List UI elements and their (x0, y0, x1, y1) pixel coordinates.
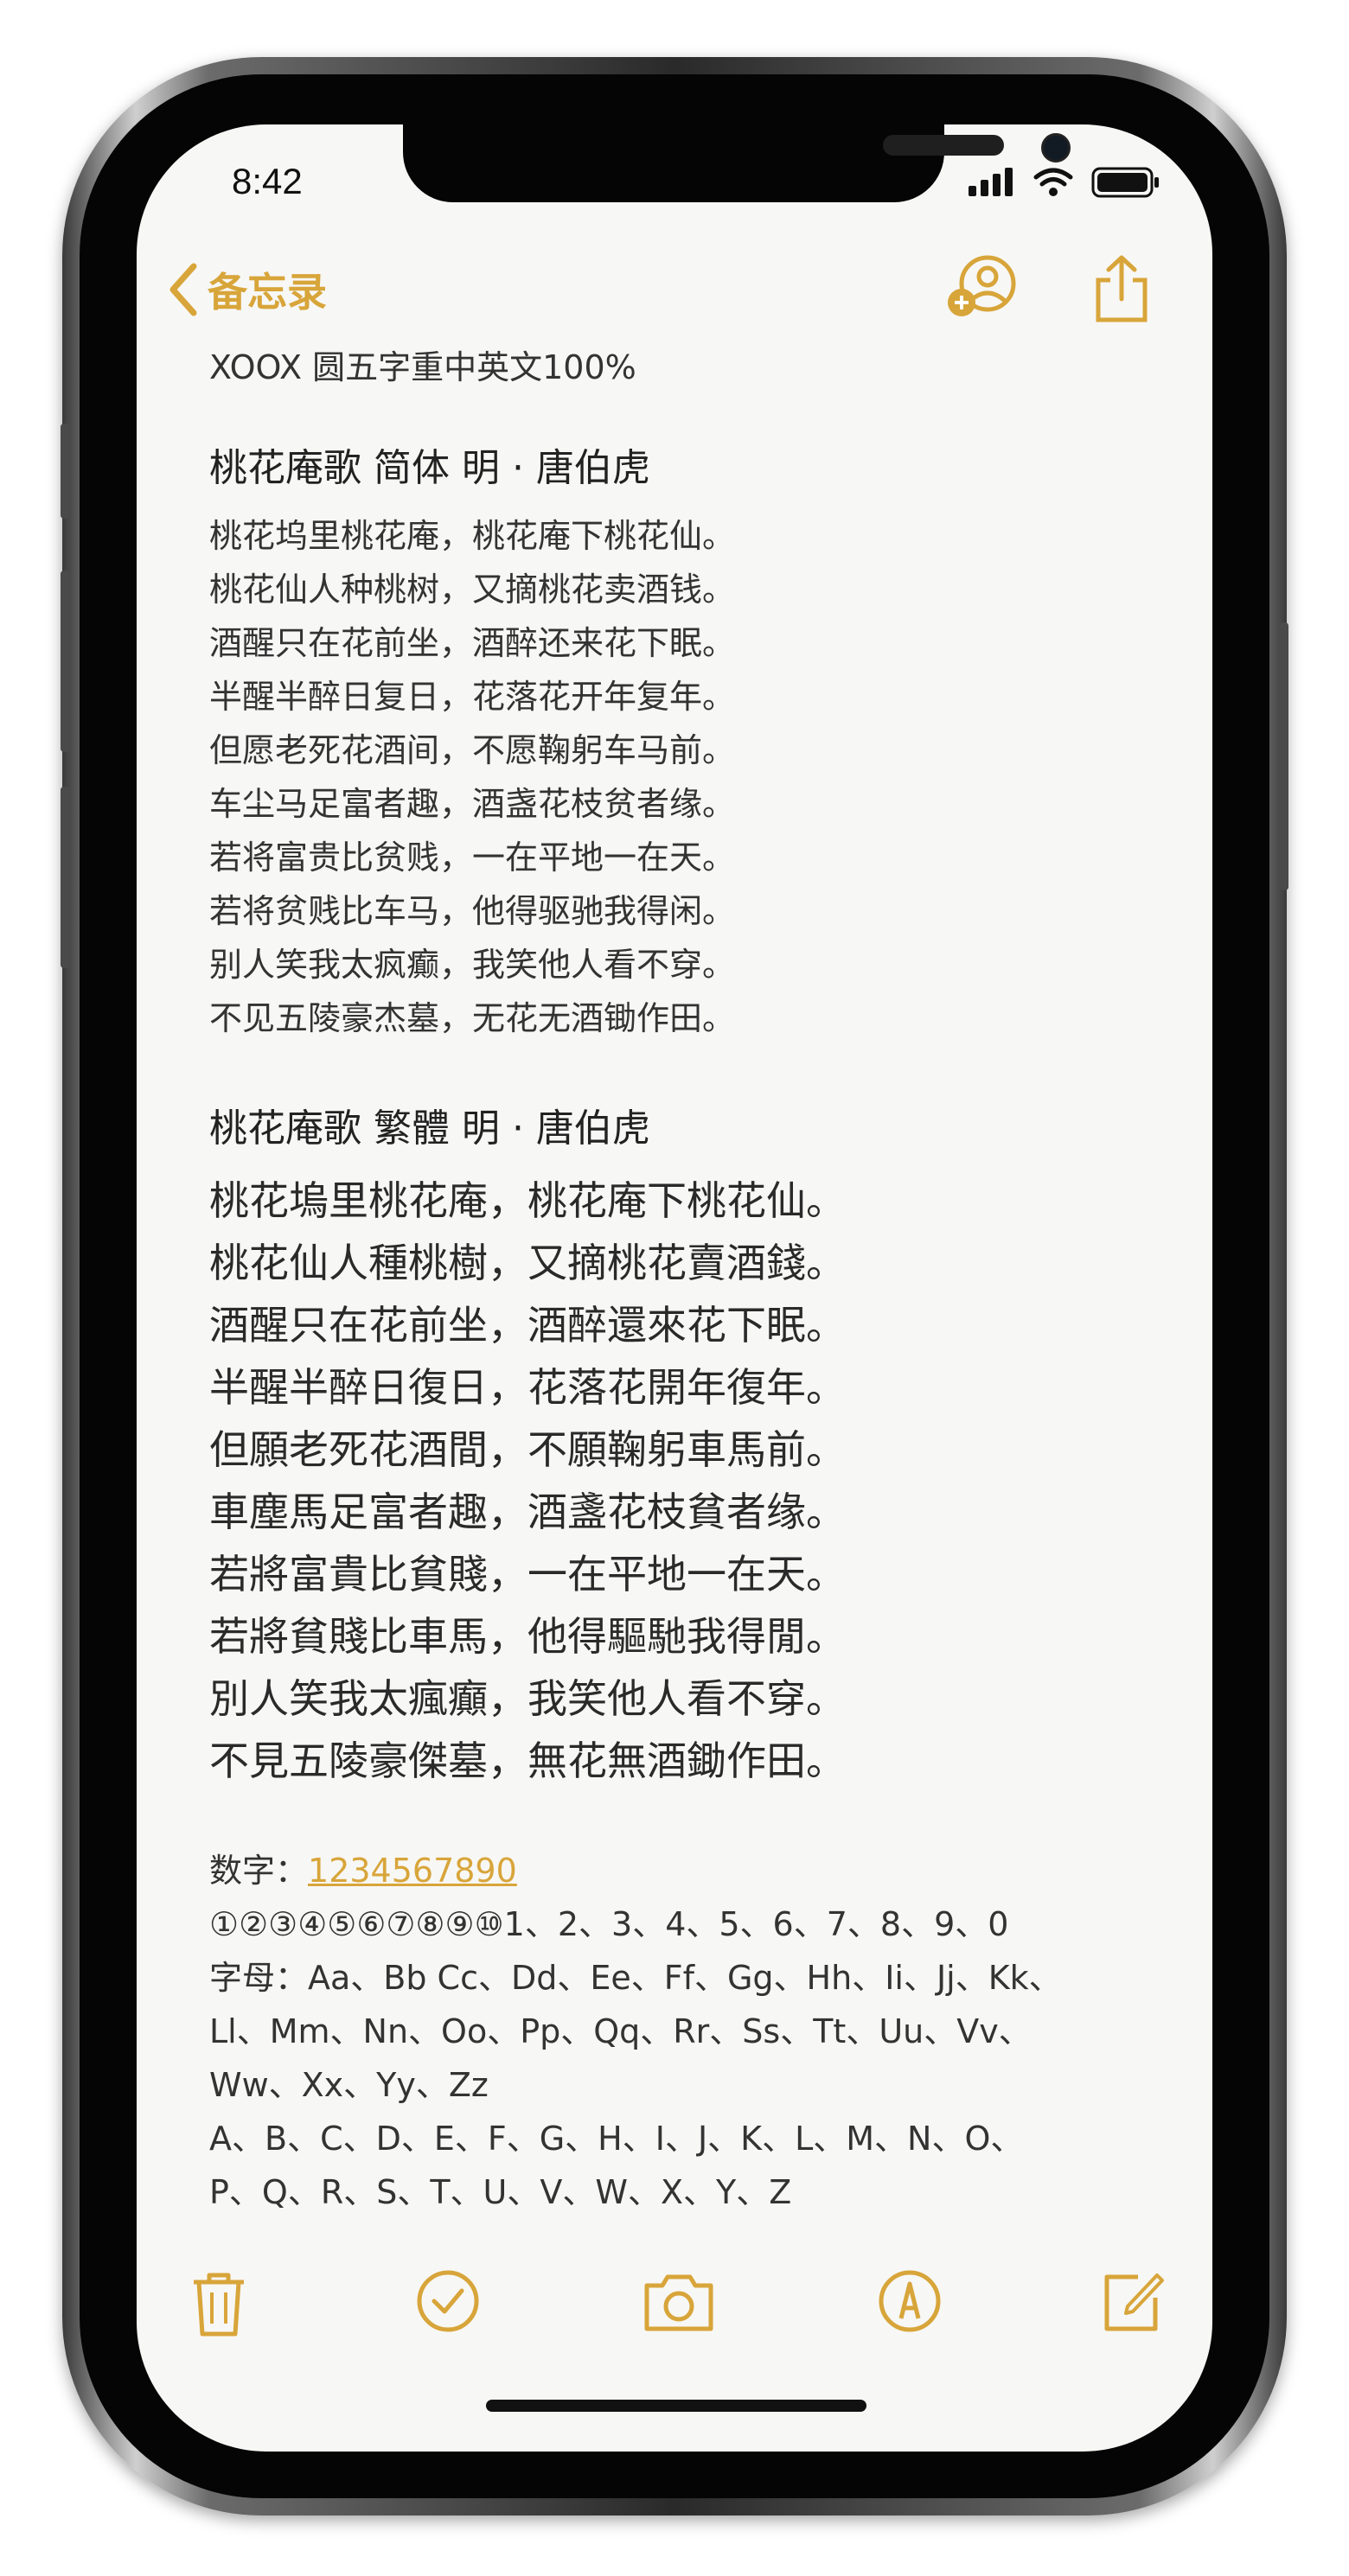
poem-line: 但愿老死花酒间，不愿鞠躬车马前。 (209, 731, 736, 769)
letters-line: A、B、C、D、E、F、G、H、I、J、K、L、M、N、O、 (209, 2120, 1024, 2158)
digits-label: 数字： (209, 1852, 309, 1890)
status-icons (967, 166, 1160, 199)
letters-line: 字母：Aa、Bb Cc、Dd、Ee、Ff、Gg、Hh、Ii、Jj、Kk、 (209, 1959, 1062, 1997)
notch (403, 124, 1071, 202)
pen-tip-circle-icon (879, 2270, 941, 2332)
screen: 8:42 备忘录 XOOX 圆五字重中英文100% 桃花庵歌 简体 明 · 唐伯… (137, 124, 1212, 2452)
cellular-signal-icon (969, 168, 1013, 196)
poem-line: 若將富貴比貧賤，一在平地一在天。 (209, 1551, 846, 1597)
character-samples: 数字：1234567890 ①②③④⑤⑥⑦⑧⑨⑩1、2、3、4、5、6、7、8、… (209, 1844, 1143, 2219)
poem-line: 酒醒只在花前坐，酒醉還來花下眠。 (209, 1302, 846, 1349)
letters-line: Ww、Xx、Yy、Zz (209, 2066, 489, 2104)
volume-up-button (61, 571, 69, 752)
checklist-button[interactable] (415, 2268, 481, 2337)
poem-traditional: 桃花塢里桃花庵，桃花庵下桃花仙。 桃花仙人種桃樹，又摘桃花賣酒錢。 酒醒只在花前… (209, 1170, 1143, 1792)
poem-line: 半醒半醉日复日，花落花开年复年。 (209, 678, 736, 716)
silent-switch (61, 424, 69, 519)
poem-line: 半醒半醉日復日，花落花開年復年。 (209, 1364, 846, 1411)
trash-icon (194, 2273, 244, 2337)
poem-simplified: 桃花坞里桃花庵，桃花庵下桃花仙。 桃花仙人种桃树，又摘桃花卖酒钱。 酒醒只在花前… (209, 509, 1143, 1045)
compose-icon (1104, 2273, 1164, 2331)
poem-title-simplified: 桃花庵歌 简体 明 · 唐伯虎 (209, 446, 650, 490)
poem-line: 若将富贵比贫贱，一在平地一在天。 (209, 838, 736, 877)
poem-line: 若将贫贱比车马，他得驱驰我得闲。 (209, 892, 736, 930)
digits-phone-link[interactable]: 1234567890 (308, 1852, 517, 1890)
poem-line: 若將貧賤比車馬，他得驅馳我得閒。 (209, 1613, 846, 1660)
home-indicator[interactable] (486, 2400, 866, 2412)
poem-line: 酒醒只在花前坐，酒醉还来花下眠。 (209, 624, 736, 662)
poem-line: 桃花坞里桃花庵，桃花庵下桃花仙。 (209, 517, 736, 555)
status-time: 8:42 (232, 161, 303, 201)
letters-line: Ll、Mm、Nn、Oo、Pp、Qq、Rr、Ss、Tt、Uu、Vv、 (209, 2012, 1032, 2050)
delete-button[interactable] (189, 2268, 249, 2341)
power-button (1280, 622, 1288, 890)
poem-title-traditional: 桃花庵歌 繁體 明 · 唐伯虎 (209, 1106, 650, 1151)
share-contact-button[interactable] (944, 254, 1017, 323)
poem-line: 桃花仙人种桃树，又摘桃花卖酒钱。 (209, 571, 736, 609)
note-header: XOOX 圆五字重中英文100% (209, 348, 636, 386)
circled-digits-line: ①②③④⑤⑥⑦⑧⑨⑩1、2、3、4、5、6、7、8、9、0 (209, 1905, 1009, 1943)
poem-line: 桃花塢里桃花庵，桃花庵下桃花仙。 (209, 1177, 846, 1224)
note-body[interactable]: XOOX 圆五字重中英文100% 桃花庵歌 简体 明 · 唐伯虎 桃花坞里桃花庵… (209, 341, 1143, 2219)
back-button[interactable]: 备忘录 (168, 261, 327, 318)
wifi-icon (1033, 168, 1073, 196)
camera-button[interactable] (642, 2268, 716, 2337)
navigation-bar: 备忘录 (137, 254, 1212, 341)
speaker (883, 135, 1004, 156)
markup-button[interactable] (877, 2268, 943, 2337)
person-add-icon (948, 255, 1016, 316)
digits-line: 数字：1234567890 (209, 1844, 1143, 1897)
poem-line: 不见五陵豪杰墓，无花无酒锄作田。 (209, 999, 736, 1037)
letters-line: P、Q、R、S、T、U、V、W、X、Y、Z (209, 2173, 792, 2211)
share-icon (1096, 255, 1148, 322)
poem-line: 车尘马足富者趣，酒盏花枝贫者缘。 (209, 785, 736, 823)
back-label: 备忘录 (208, 269, 327, 316)
poem-line: 不見五陵豪傑墓，無花無酒鋤作田。 (209, 1738, 846, 1784)
bottom-toolbar (137, 2268, 1212, 2346)
poem-line: 桃花仙人種桃樹，又摘桃花賣酒錢。 (209, 1240, 846, 1286)
checkmark-circle-icon (417, 2270, 479, 2332)
compose-button[interactable] (1100, 2268, 1166, 2337)
battery-icon (1091, 167, 1159, 198)
front-camera (1041, 133, 1071, 163)
volume-down-button (61, 787, 69, 968)
poem-line: 别人笑我太疯癫，我笑他人看不穿。 (209, 946, 736, 984)
poem-line: 別人笑我太瘋癲，我笑他人看不穿。 (209, 1675, 846, 1722)
share-button[interactable] (1091, 254, 1152, 327)
chevron-left-icon (169, 263, 197, 316)
camera-icon (644, 2274, 713, 2331)
poem-line: 車塵馬足富者趣，酒盞花枝貧者缘。 (209, 1489, 846, 1535)
poem-line: 但願老死花酒間，不願鞠躬車馬前。 (209, 1426, 846, 1473)
